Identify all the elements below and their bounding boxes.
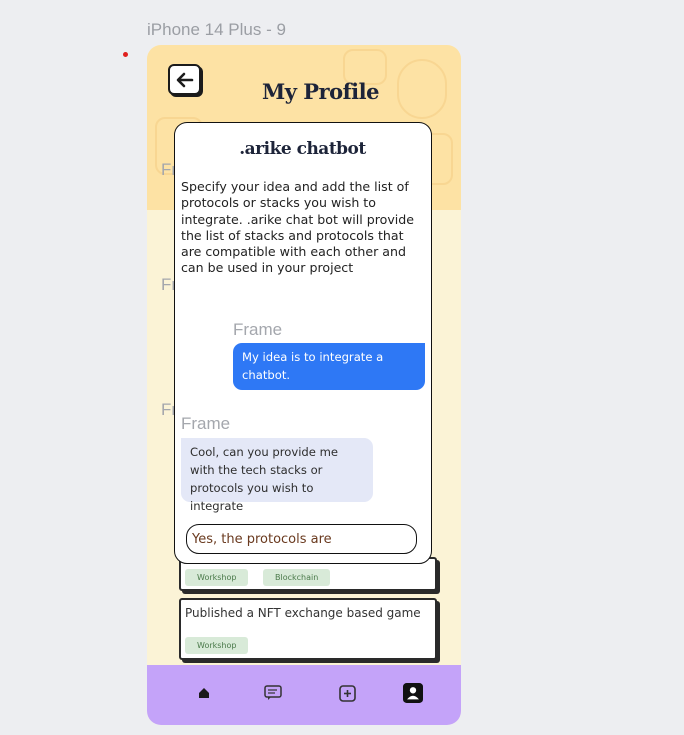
home-icon[interactable] [194,683,214,703]
tag-chip: Workshop [185,569,249,586]
bottom-nav [147,665,461,725]
message-input[interactable] [192,531,416,547]
bot-message-bubble: Cool, can you provide me with the tech s… [181,438,373,513]
back-button[interactable] [168,64,201,95]
page-title: My Profile [262,79,379,104]
message-input-wrapper [186,524,417,554]
arrow-left-icon [176,72,193,87]
profile-icon[interactable] [403,683,423,703]
user-message-bubble: My idea is to integrate a chatbot. [233,343,425,390]
chat-icon[interactable] [263,683,283,703]
chatbot-modal: .arike chatbot Specify your idea and add… [174,122,432,564]
tag-chip: Blockchain [263,569,331,586]
add-icon[interactable] [337,683,357,703]
tag-chip: Workshop [185,637,249,654]
canvas-frame-title: iPhone 14 Plus - 9 [147,20,286,39]
frame-label: Frame [181,414,231,433]
achievement-card[interactable]: Published a NFT exchange based game Work… [179,598,437,660]
frame-label: Frame [233,320,283,339]
selection-dot [123,52,128,57]
modal-title: .arike chatbot [239,139,366,159]
card-title: Published a NFT exchange based game [185,606,421,620]
modal-description: Specify your idea and add the list of pr… [181,179,415,276]
